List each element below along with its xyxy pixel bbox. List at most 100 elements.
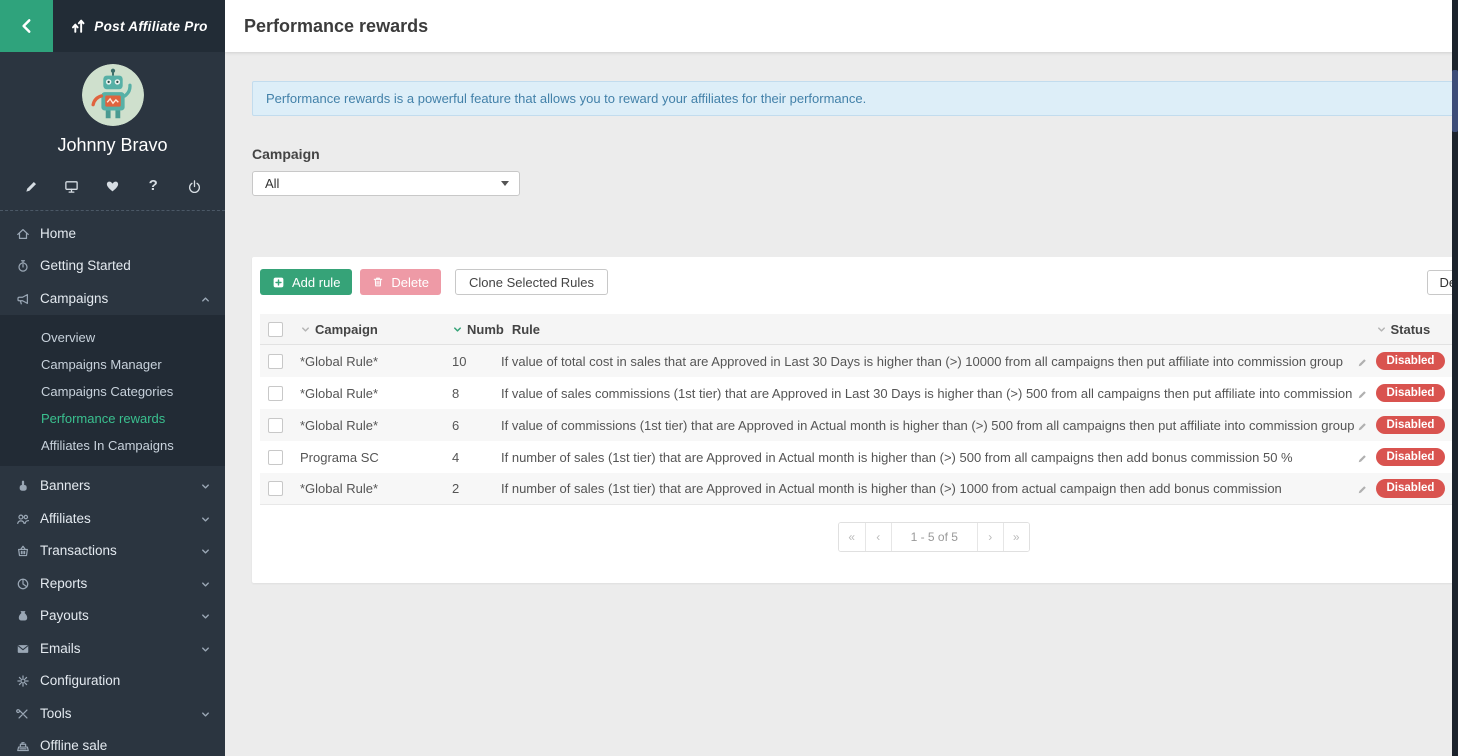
pagination-last-button[interactable]: » [1003, 523, 1029, 551]
page-title: Performance rewards [244, 16, 1458, 37]
row-checkbox[interactable] [268, 354, 283, 369]
status-badge[interactable]: Disabled [1376, 479, 1446, 498]
sidebar-item-getting-started[interactable]: Getting Started [0, 250, 225, 283]
submenu-item-overview[interactable]: Overview [0, 324, 225, 351]
rule-cell: If number of sales (1st tier) that are A… [497, 450, 1372, 465]
submenu-item-affiliates-in-campaigns[interactable]: Affiliates In Campaigns [0, 432, 225, 459]
sidebar-item-home[interactable]: Home [0, 217, 225, 250]
sidebar-divider [0, 210, 225, 211]
sidebar-item-affiliates[interactable]: Affiliates [0, 502, 225, 535]
caret-down-icon [501, 181, 509, 186]
sidebar-item-configuration[interactable]: Configuration [0, 665, 225, 698]
status-badge[interactable]: Disabled [1376, 416, 1446, 435]
sidebar-item-transactions[interactable]: Transactions [0, 535, 225, 568]
sidebar-item-emails[interactable]: Emails [0, 632, 225, 665]
delete-button[interactable]: Delete [360, 269, 441, 295]
page-header: Performance rewards [225, 0, 1458, 52]
brand-logo[interactable]: Post Affiliate Pro [53, 0, 225, 52]
column-header-rule[interactable]: Rule [512, 322, 540, 337]
sidebar-item-tools[interactable]: Tools [0, 697, 225, 730]
table-header-row: Campaign Numb Rule Status [260, 314, 1458, 345]
cash-register-icon [16, 738, 40, 753]
inline-edit-pencil-icon[interactable] [1357, 418, 1368, 433]
sidebar-item-offline-sale[interactable]: Offline sale [0, 730, 225, 756]
chevron-down-icon [200, 608, 211, 623]
users-icon [16, 511, 40, 526]
help-question-icon[interactable]: ? [140, 177, 166, 194]
robot-avatar-image [82, 64, 144, 126]
campaign-filter-label: Campaign [252, 146, 1458, 162]
rule-cell: If value of commissions (1st tier) that … [497, 418, 1372, 433]
inline-edit-pencil-icon[interactable] [1357, 386, 1368, 401]
campaigns-submenu: Overview Campaigns Manager Campaigns Cat… [0, 315, 225, 466]
select-all-checkbox[interactable] [268, 322, 283, 337]
pagination-next-button[interactable]: › [977, 523, 1003, 551]
row-checkbox[interactable] [268, 481, 283, 496]
sidebar-item-banners[interactable]: Banners [0, 470, 225, 503]
pagination-prev-button[interactable]: ‹ [865, 523, 891, 551]
inline-edit-pencil-icon[interactable] [1357, 354, 1368, 369]
sort-icon-numb-active[interactable] [452, 324, 463, 335]
edit-profile-pencil-icon[interactable] [18, 177, 44, 194]
plus-icon [272, 276, 285, 289]
sort-icon-status[interactable] [1376, 324, 1387, 335]
submenu-item-campaigns-manager[interactable]: Campaigns Manager [0, 351, 225, 378]
table-row: *Global Rule* 10 If value of total cost … [260, 345, 1458, 377]
status-badge[interactable]: Disabled [1376, 352, 1446, 371]
user-name: Johnny Bravo [0, 135, 225, 156]
campaign-select[interactable]: All [252, 171, 520, 196]
rule-cell: If value of total cost in sales that are… [497, 354, 1372, 369]
submenu-item-campaigns-categories[interactable]: Campaigns Categories [0, 378, 225, 405]
add-rule-button[interactable]: Add rule [260, 269, 352, 295]
table-row: Programa SC 4 If number of sales (1st ti… [260, 441, 1458, 473]
column-header-campaign[interactable]: Campaign [315, 322, 378, 337]
row-checkbox[interactable] [268, 418, 283, 433]
chevron-down-icon [200, 706, 211, 721]
pagination: « ‹ 1 - 5 of 5 › » [260, 522, 1458, 552]
inline-edit-pencil-icon[interactable] [1357, 481, 1368, 496]
sidebar-item-payouts[interactable]: Payouts [0, 600, 225, 633]
page-scrollbar[interactable] [1452, 0, 1458, 756]
sidebar-item-reports[interactable]: Reports [0, 567, 225, 600]
collapse-sidebar-button[interactable] [0, 0, 53, 52]
info-banner: Performance rewards is a powerful featur… [252, 81, 1458, 116]
table-row: *Global Rule* 6 If value of commissions … [260, 409, 1458, 441]
sort-icon-campaign[interactable] [300, 324, 311, 335]
campaign-cell: Programa SC [296, 450, 448, 465]
avatar[interactable] [82, 64, 144, 126]
envelope-icon [16, 641, 40, 656]
page-content: Performance rewards is a powerful featur… [225, 52, 1458, 756]
chevron-left-icon [18, 17, 36, 35]
column-header-numb[interactable]: Numb [467, 322, 504, 337]
row-checkbox[interactable] [268, 386, 283, 401]
crossed-tools-icon [16, 706, 40, 721]
sidebar-item-campaigns[interactable]: Campaigns [0, 282, 225, 315]
status-badge[interactable]: Disabled [1376, 384, 1446, 403]
chevron-up-icon [200, 291, 211, 306]
monitor-icon[interactable] [59, 177, 85, 194]
chevron-down-icon [200, 511, 211, 526]
submenu-item-performance-rewards[interactable]: Performance rewards [0, 405, 225, 432]
power-logout-icon[interactable] [181, 177, 207, 194]
row-checkbox[interactable] [268, 450, 283, 465]
column-header-status[interactable]: Status [1391, 322, 1431, 337]
campaign-cell: *Global Rule* [296, 418, 448, 433]
pagination-first-button[interactable]: « [839, 523, 865, 551]
status-badge[interactable]: Disabled [1376, 448, 1446, 467]
growth-arrows-icon [70, 18, 87, 35]
stopwatch-icon [16, 258, 40, 273]
inline-edit-pencil-icon[interactable] [1357, 450, 1368, 465]
main-area: Performance rewards Performance rewards … [225, 0, 1458, 756]
chevron-down-icon [200, 478, 211, 493]
megaphone-icon [16, 291, 40, 306]
brand-name: Post Affiliate Pro [94, 19, 207, 34]
gear-icon [16, 673, 40, 688]
user-profile: Johnny Bravo ? [0, 52, 225, 194]
clone-selected-rules-button[interactable]: Clone Selected Rules [455, 269, 608, 295]
heartbeat-icon[interactable] [100, 177, 126, 194]
numb-cell: 2 [448, 481, 497, 496]
numb-cell: 6 [448, 418, 497, 433]
campaign-cell: *Global Rule* [296, 354, 448, 369]
scrollbar-thumb[interactable] [1452, 70, 1458, 132]
chevron-down-icon [200, 543, 211, 558]
